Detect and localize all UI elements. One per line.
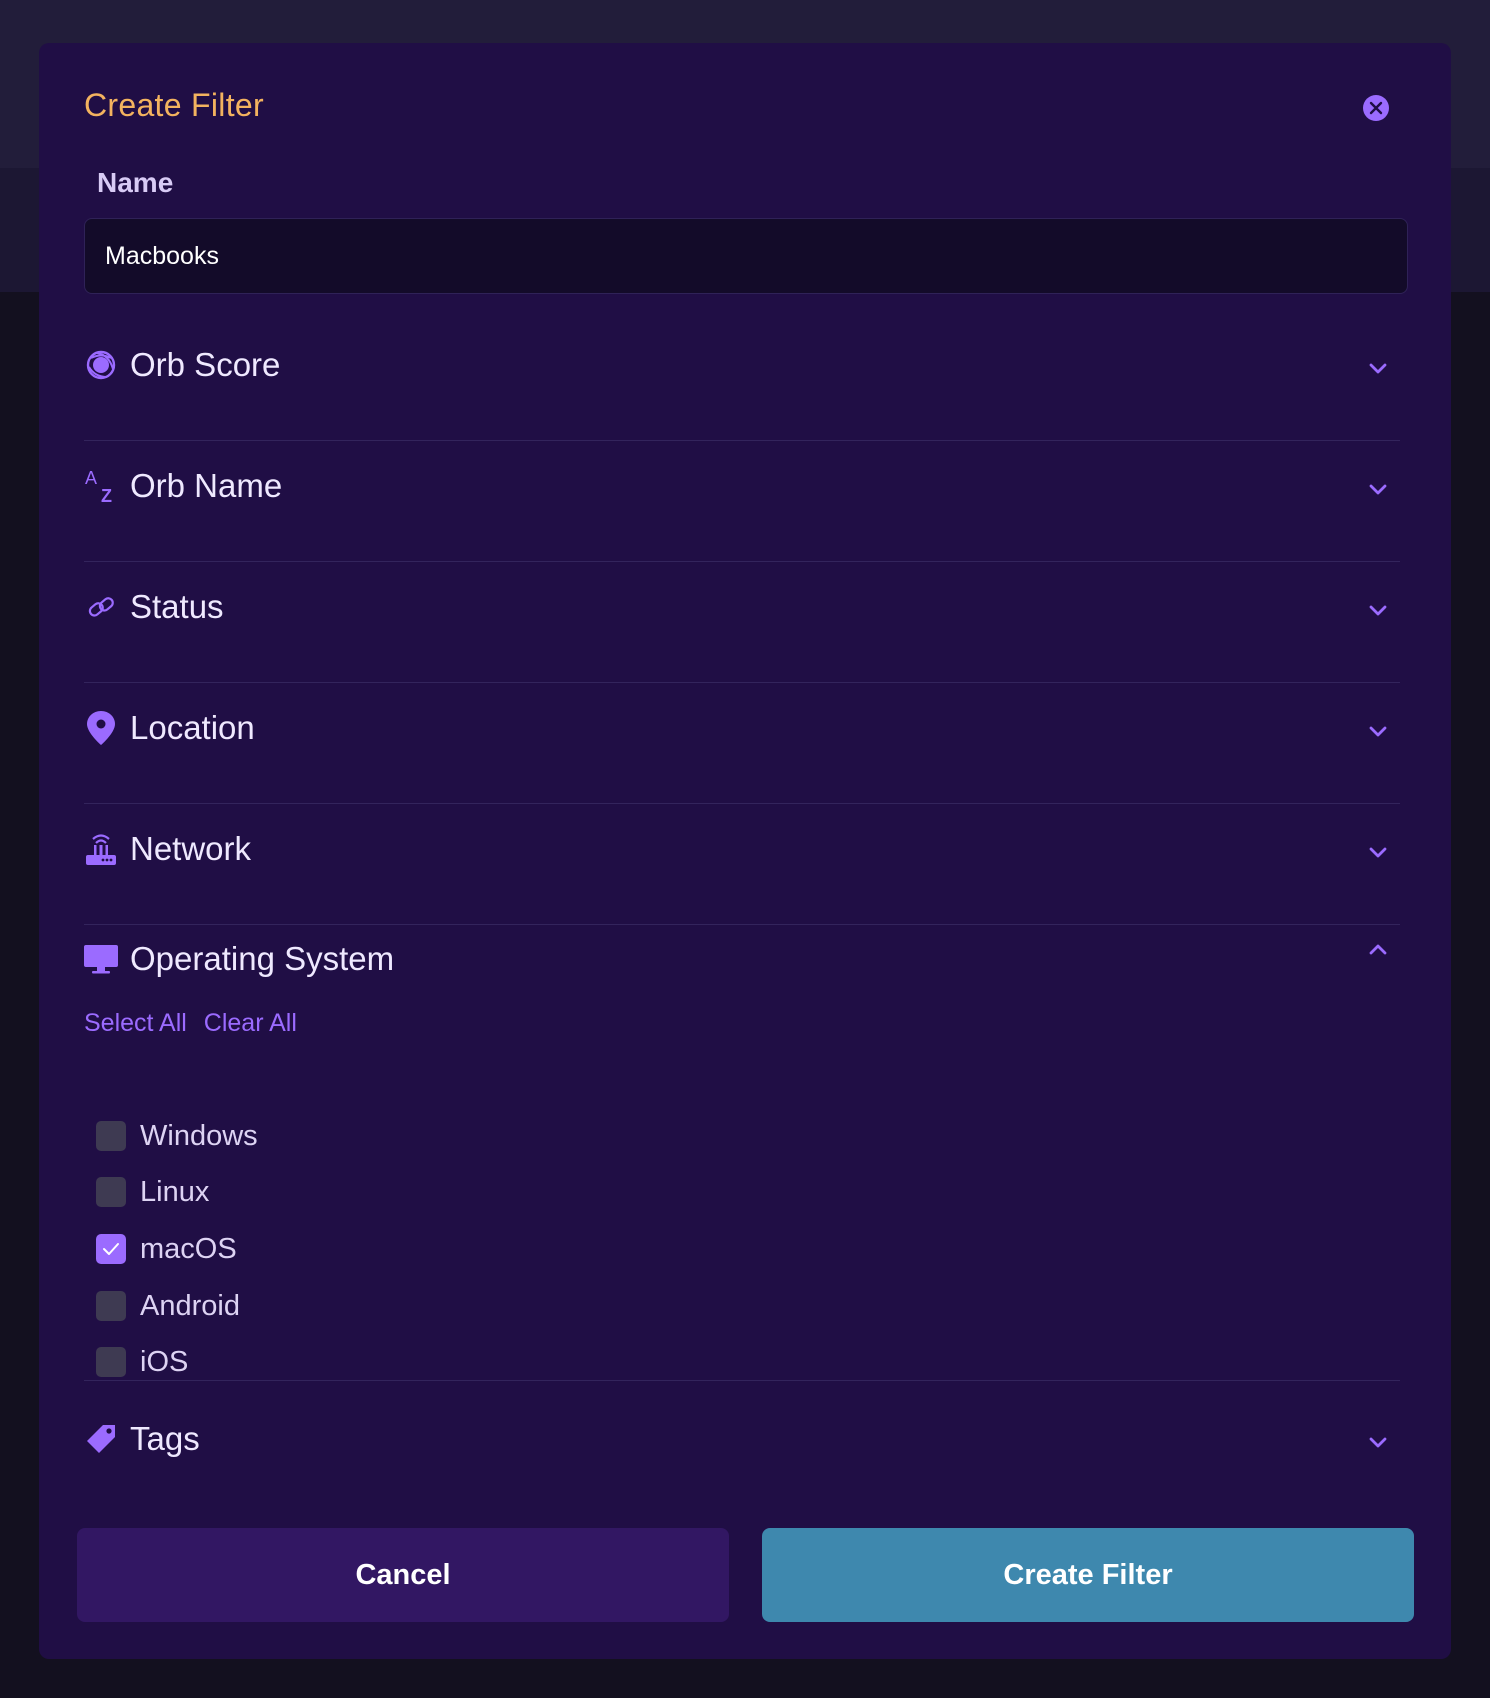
section-operating-system: Operating System Select All Clear All Wi… [84,914,1400,1381]
section-orb-name[interactable]: A Z Orb Name [84,441,1400,562]
section-label: Orb Score [130,346,281,383]
clear-all-link[interactable]: Clear All [204,1009,297,1037]
section-network[interactable]: Network [84,804,1400,925]
option-label: macOS [140,1232,237,1265]
os-option-android[interactable]: Android [96,1290,240,1322]
option-label: iOS [140,1345,189,1378]
section-label: Network [130,830,252,867]
section-orb-score[interactable]: Orb Score [84,320,1400,441]
create-filter-button[interactable]: Create Filter [762,1528,1414,1622]
checkbox-checked[interactable] [96,1234,126,1264]
tag-icon [84,1422,118,1456]
section-label: Tags [130,1420,200,1457]
checkbox[interactable] [96,1121,126,1151]
chevron-down-icon [1369,847,1387,858]
close-button[interactable] [1363,95,1389,121]
option-label: Linux [140,1175,210,1208]
create-filter-modal: Create Filter Name Orb Score A Z Orb [39,43,1451,1659]
checkbox[interactable] [96,1347,126,1377]
option-label: Windows [140,1119,258,1152]
chevron-down-icon [1369,605,1387,616]
section-label: Location [130,709,255,746]
name-field-label: Name [97,167,174,198]
section-tags[interactable]: Tags [84,1394,1400,1515]
name-input[interactable] [84,218,1408,294]
modal-title: Create Filter [84,87,264,123]
os-section-header[interactable]: Operating System [84,914,1400,986]
section-label: Operating System [130,940,395,977]
chevron-down-icon [1369,1437,1387,1448]
os-option-macos[interactable]: macOS [96,1233,237,1265]
section-location[interactable]: Location [84,683,1400,804]
checkbox[interactable] [96,1177,126,1207]
checkbox[interactable] [96,1291,126,1321]
chevron-up-icon [1369,944,1387,955]
os-option-windows[interactable]: Windows [96,1120,258,1152]
selection-links: Select All Clear All [84,1009,307,1038]
map-pin-icon [84,711,118,745]
router-icon [84,832,118,866]
cancel-button[interactable]: Cancel [77,1528,729,1622]
chevron-down-icon [1369,363,1387,374]
az-sort-icon: A Z [84,468,118,504]
close-icon [1369,101,1383,115]
chevron-down-icon [1369,726,1387,737]
section-label: Status [130,588,224,625]
check-icon [103,1243,119,1255]
svg-text:A: A [85,468,97,488]
chevron-down-icon [1369,484,1387,495]
monitor-icon [84,942,118,976]
os-option-ios[interactable]: iOS [96,1346,188,1378]
os-option-linux[interactable]: Linux [96,1176,209,1208]
option-label: Android [140,1289,240,1322]
section-status[interactable]: Status [84,562,1400,683]
select-all-link[interactable]: Select All [84,1009,187,1037]
svg-text:Z: Z [101,486,112,504]
section-label: Orb Name [130,467,283,504]
link-icon [84,590,118,624]
orb-score-icon [84,348,118,382]
